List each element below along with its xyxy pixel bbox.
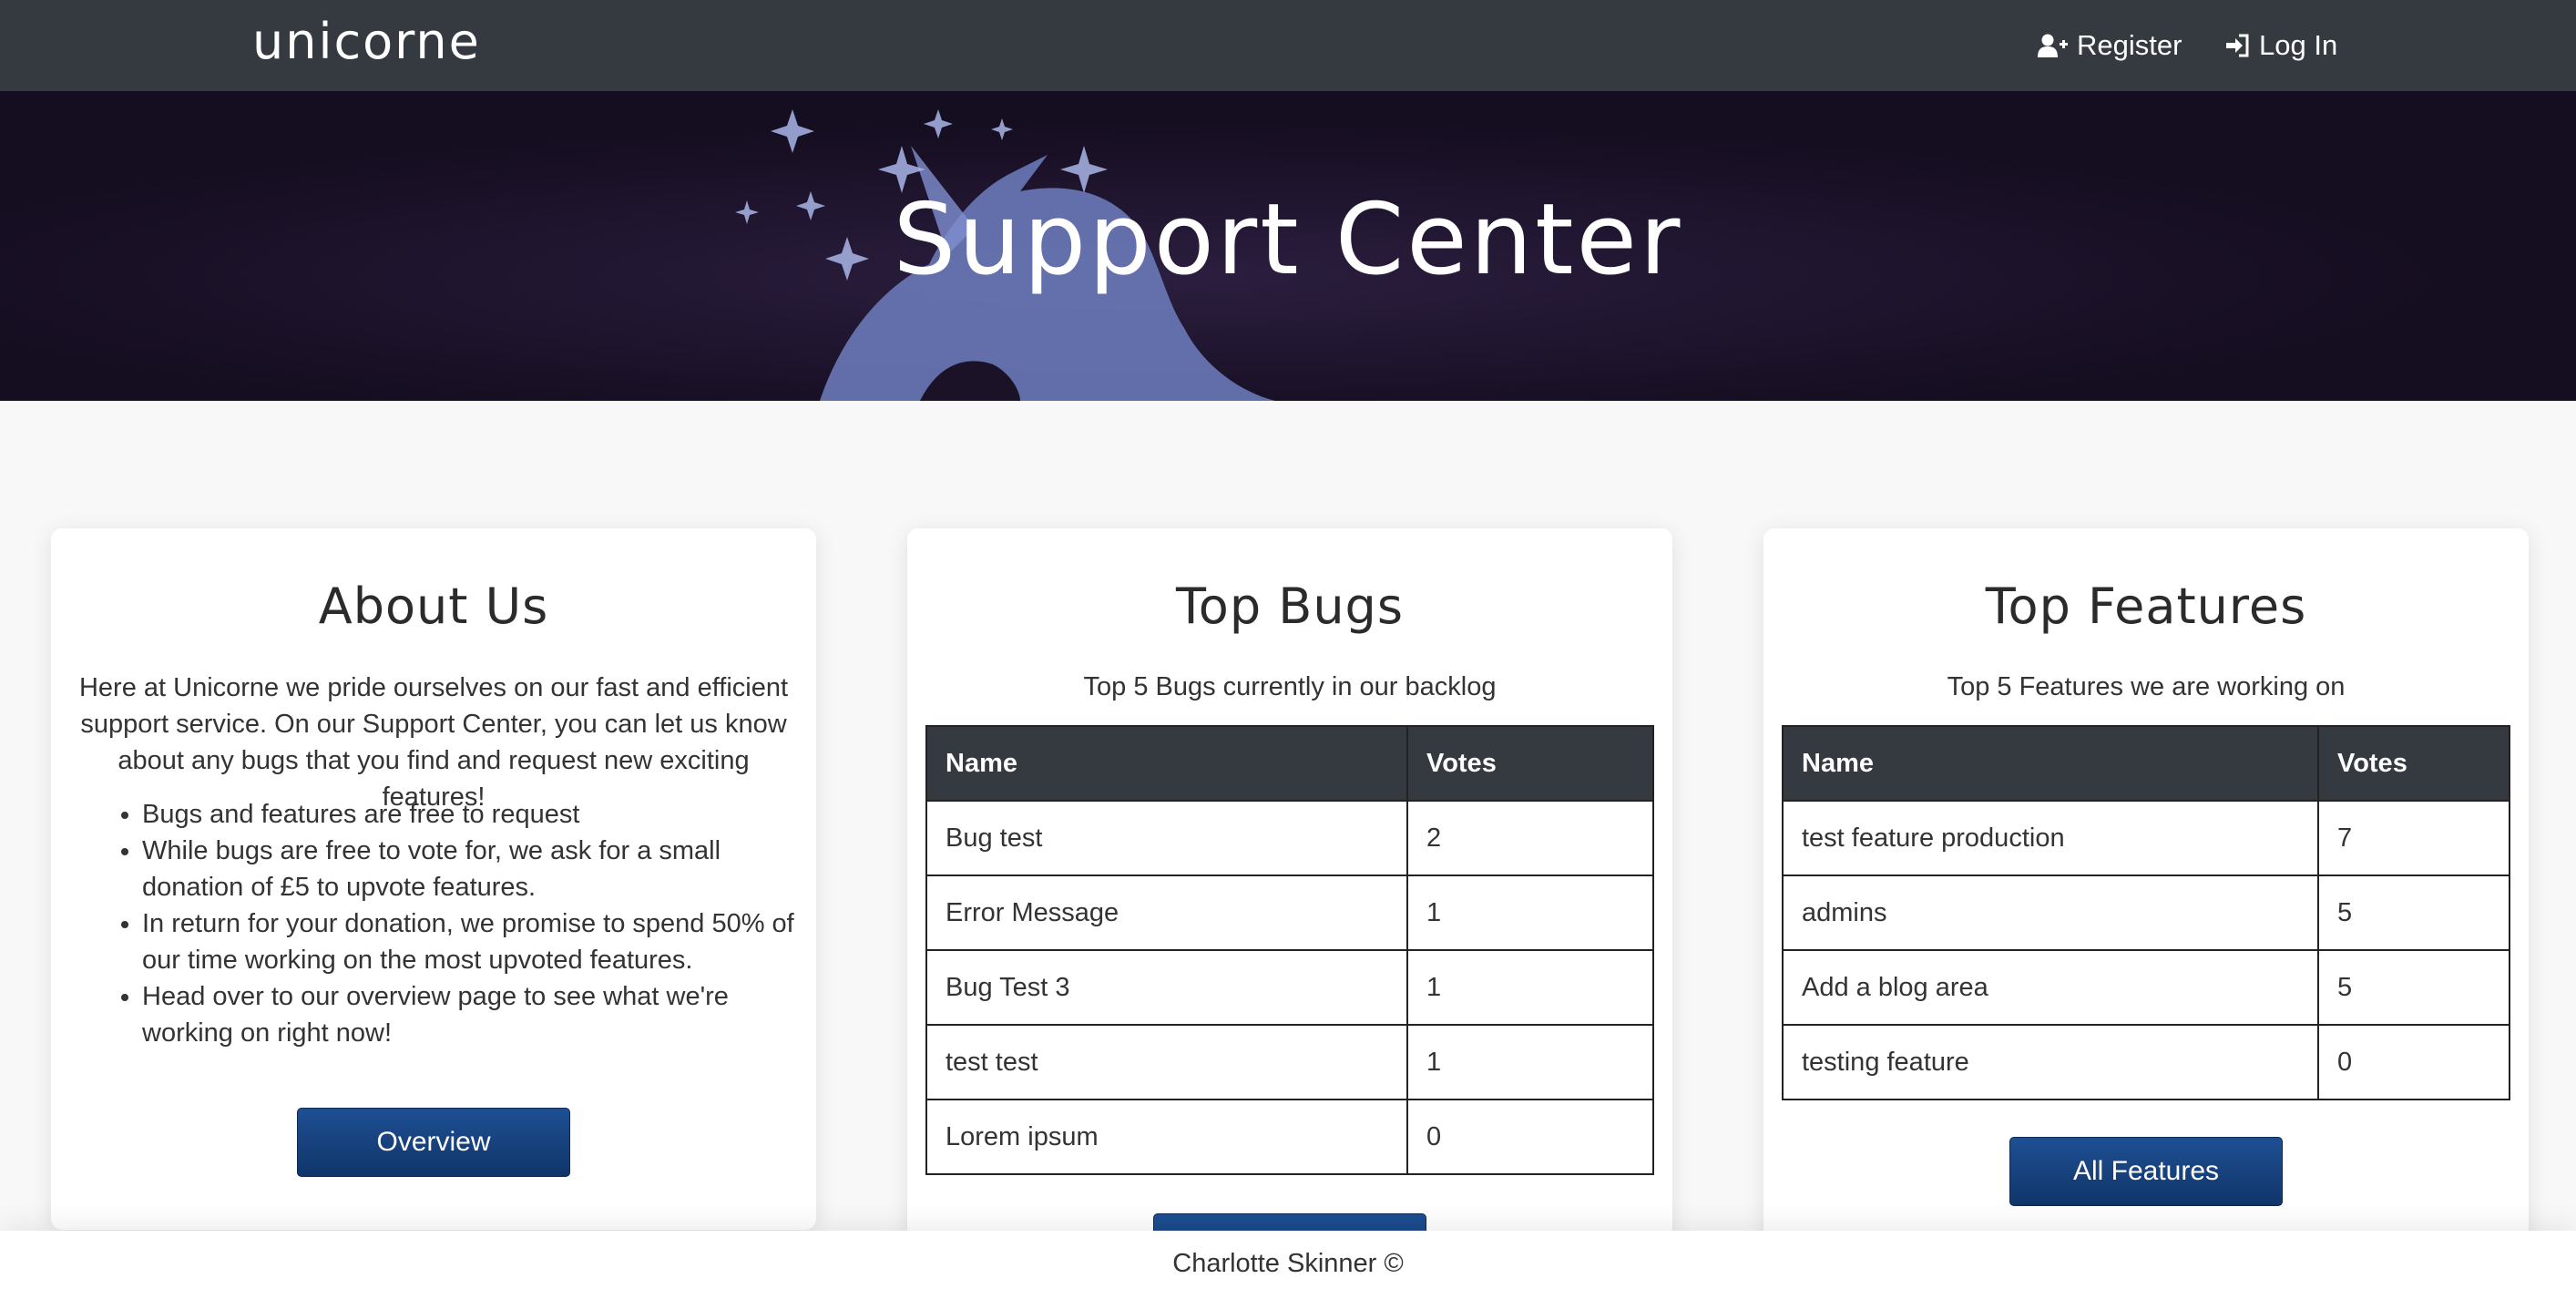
bug-name: test test: [925, 1024, 1408, 1100]
table-row[interactable]: testing feature 0: [1782, 1024, 2510, 1100]
column-header-name: Name: [1782, 725, 2319, 802]
column-header-votes: Votes: [1406, 725, 1654, 802]
table-row[interactable]: test feature production 7: [1782, 800, 2510, 876]
user-plus-icon: [2038, 34, 2068, 57]
feature-votes: 5: [2317, 875, 2510, 951]
login-label: Log In: [2259, 29, 2338, 61]
top-bugs-subtitle: Top 5 Bugs currently in our backlog: [1083, 672, 1497, 701]
top-bugs-card: Top Bugs Top 5 Bugs currently in our bac…: [907, 528, 1672, 1275]
page-title: Support Center: [893, 183, 1683, 297]
bug-votes: 2: [1406, 800, 1654, 876]
feature-name: Add a blog area: [1782, 949, 2319, 1026]
top-navbar: unicorne Register Log In: [0, 0, 2576, 91]
about-us-title: About Us: [318, 578, 549, 635]
sign-in-icon: [2226, 34, 2249, 57]
feature-name: test feature production: [1782, 800, 2319, 876]
bug-name: Lorem ipsum: [925, 1099, 1408, 1175]
table-row[interactable]: Bug Test 3 1: [925, 949, 1654, 1026]
bug-votes: 1: [1406, 949, 1654, 1026]
table-row[interactable]: Error Message 1: [925, 875, 1654, 951]
bugs-table: Name Votes Bug test 2 Error Message 1 Bu…: [925, 725, 1654, 1175]
top-features-subtitle: Top 5 Features we are working on: [1947, 672, 2346, 701]
top-bugs-title: Top Bugs: [1176, 578, 1404, 635]
bug-votes: 0: [1406, 1099, 1654, 1175]
bug-votes: 1: [1406, 1024, 1654, 1100]
top-features-title: Top Features: [1985, 578, 2307, 635]
feature-name: testing feature: [1782, 1024, 2319, 1100]
all-features-button[interactable]: All Features: [2009, 1137, 2283, 1206]
hero-banner: Support Center: [0, 91, 2576, 401]
register-label: Register: [2077, 29, 2182, 61]
bug-votes: 1: [1406, 875, 1654, 951]
top-features-card: Top Features Top 5 Features we are worki…: [1763, 528, 2529, 1275]
brand-logo[interactable]: unicorne: [252, 13, 481, 70]
feature-votes: 5: [2317, 949, 2510, 1026]
features-table: Name Votes test feature production 7 adm…: [1782, 725, 2510, 1100]
feature-name: admins: [1782, 875, 2319, 951]
bug-name: Bug test: [925, 800, 1408, 876]
about-us-text: Here at Unicorne we pride ourselves on o…: [78, 673, 789, 812]
overview-button[interactable]: Overview: [297, 1108, 570, 1177]
list-item: Head over to our overview page to see wh…: [142, 978, 807, 1051]
bug-name: Bug Test 3: [925, 949, 1408, 1026]
table-row[interactable]: Add a blog area 5: [1782, 949, 2510, 1026]
bug-name: Error Message: [925, 875, 1408, 951]
column-header-votes: Votes: [2317, 725, 2510, 802]
table-header-row: Name Votes: [1782, 725, 2510, 802]
feature-votes: 7: [2317, 800, 2510, 876]
feature-votes: 0: [2317, 1024, 2510, 1100]
table-row[interactable]: test test 1: [925, 1024, 1654, 1100]
list-item: While bugs are free to vote for, we ask …: [142, 833, 807, 905]
table-row[interactable]: Bug test 2: [925, 800, 1654, 876]
footer-copyright: Charlotte Skinner ©: [1172, 1249, 1404, 1278]
table-row[interactable]: Lorem ipsum 0: [925, 1099, 1654, 1175]
about-us-list: Bugs and features are free to request Wh…: [106, 796, 807, 1051]
table-row[interactable]: admins 5: [1782, 875, 2510, 951]
page-footer: Charlotte Skinner ©: [0, 1231, 2576, 1299]
register-link[interactable]: Register: [2037, 27, 2182, 64]
list-item: In return for your donation, we promise …: [142, 905, 807, 978]
about-us-card: About Us Here at Unicorne we pride ourse…: [51, 528, 816, 1230]
column-header-name: Name: [925, 725, 1408, 802]
login-link[interactable]: Log In: [2224, 27, 2337, 64]
list-item: Bugs and features are free to request: [142, 796, 807, 833]
table-header-row: Name Votes: [925, 725, 1654, 802]
